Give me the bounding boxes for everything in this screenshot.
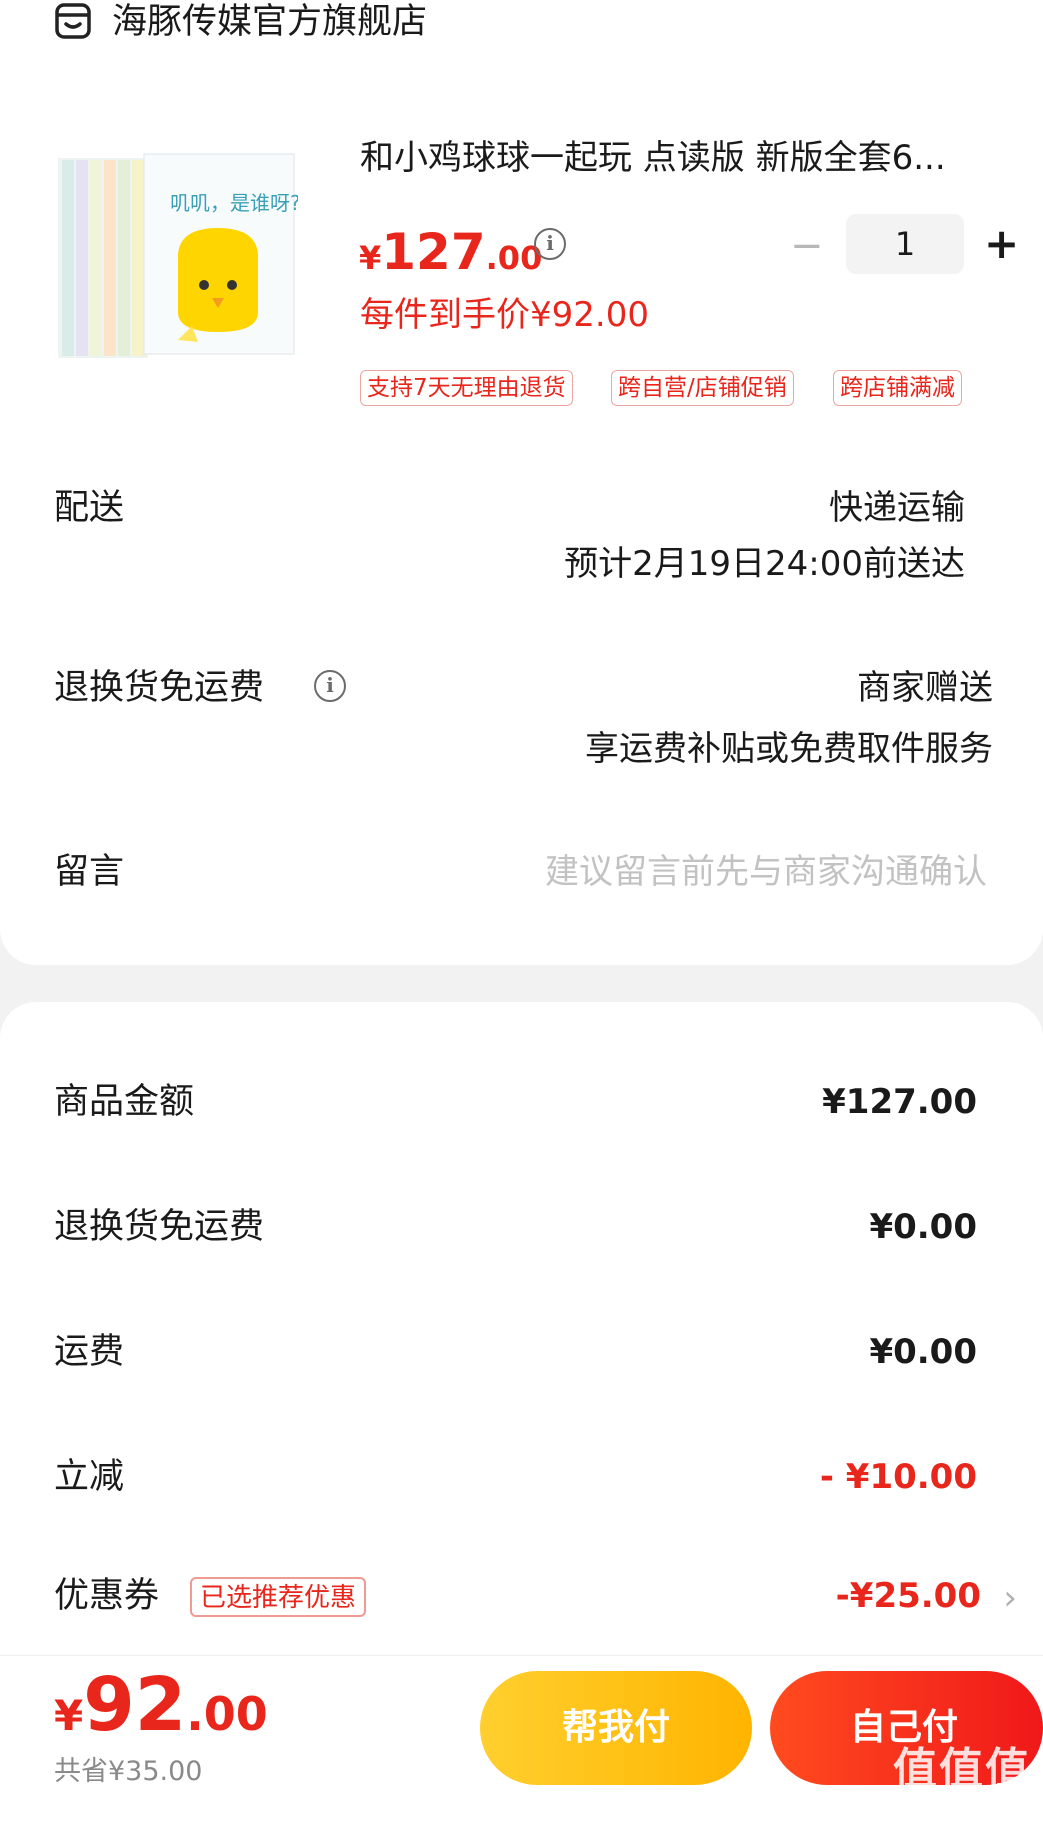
info-icon[interactable]: i (534, 228, 566, 260)
coupon-badge[interactable]: 已选推荐优惠 (190, 1577, 367, 1617)
chevron-right-icon[interactable]: › (1003, 1578, 1017, 1618)
delivery-method[interactable]: 快递运输 (829, 484, 965, 532)
shipping-label: 运费 (54, 1332, 125, 1372)
delivery-eta: 预计2月19日24:00前送达 (564, 544, 965, 584)
help-pay-button[interactable]: 帮我付 (480, 1671, 752, 1785)
coupon-value[interactable]: -¥25.00 (836, 1572, 981, 1620)
goods-amount-label: 商品金额 (54, 1082, 195, 1122)
watermark: 值值值 (893, 1744, 1031, 1795)
price-integer: 127 (381, 223, 486, 281)
return-insurance-value: 商家赠送 (857, 668, 993, 708)
store-icon (55, 3, 91, 39)
discount-label: 立减 (54, 1457, 125, 1497)
price-currency: ¥ (359, 239, 382, 277)
return-insurance-detail: 享运费补贴或免费取件服务 (585, 729, 993, 769)
tag-return-policy: 支持7天无理由退货 (360, 370, 573, 406)
total-integer: 92 (83, 1662, 187, 1748)
return-info-icon[interactable]: i (314, 670, 346, 702)
message-label: 留言 (54, 852, 125, 892)
tag-discount: 跨店铺满减 (833, 370, 962, 406)
delivery-label: 配送 (54, 488, 125, 528)
saved-amount: 共省¥35.00 (54, 1756, 203, 1787)
product-title[interactable]: 和小鸡球球一起玩 点读版 新版全套6... (360, 134, 1015, 182)
coupon-label: 优惠券 (54, 1576, 160, 1616)
watermark-url: zhizhizhi.com (881, 1801, 1029, 1822)
return-insurance-label: 退换货免运费 (54, 668, 265, 708)
return-fee-label: 退换货免运费 (54, 1207, 265, 1247)
total-price: ¥92.00 (54, 1665, 268, 1765)
quantity-input[interactable]: 1 (846, 214, 964, 274)
shipping-value: ¥0.00 (869, 1332, 977, 1372)
tag-promotion: 跨自营/店铺促销 (611, 370, 794, 406)
unit-price: 每件到手价¥92.00 (360, 295, 649, 335)
product-image[interactable]: 叽叽，是谁呀? (58, 150, 298, 362)
message-input[interactable]: 建议留言前先与商家沟通确认 (545, 848, 987, 896)
quantity-plus-button[interactable]: + (984, 218, 1019, 270)
total-decimal: .00 (186, 1687, 268, 1741)
total-currency: ¥ (54, 1691, 84, 1740)
return-fee-value: ¥0.00 (869, 1207, 977, 1247)
quantity-minus-button[interactable]: − (790, 222, 824, 270)
store-name[interactable]: 海豚传媒官方旗舰店 (112, 0, 427, 46)
product-cover-text: 叽叽，是谁呀? (170, 191, 298, 215)
product-price: ¥127.00 (359, 222, 542, 294)
goods-amount-value: ¥127.00 (822, 1082, 977, 1122)
discount-value: - ¥10.00 (819, 1457, 977, 1497)
